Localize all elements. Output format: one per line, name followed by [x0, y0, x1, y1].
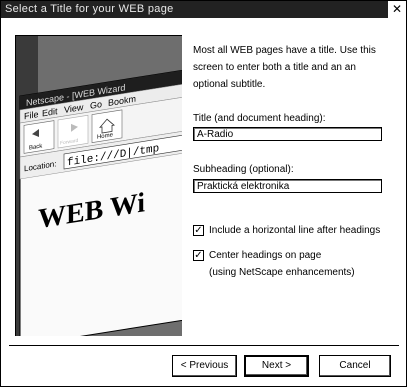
horizontal-line-label: Include a horizontal line after headings: [209, 225, 381, 236]
title-bar[interactable]: Select a Title for your WEB page ✕: [1, 1, 406, 18]
button-separator: [9, 345, 399, 346]
browser-illustration: Netscape - [WEB Wizard File Edit View Go…: [16, 36, 182, 336]
cancel-button[interactable]: Cancel: [319, 355, 391, 377]
close-icon[interactable]: ✕: [388, 1, 406, 18]
wizard-illustration: Netscape - [WEB Wizard File Edit View Go…: [15, 35, 182, 336]
previous-button[interactable]: < Previous: [172, 355, 237, 377]
center-headings-sublabel: (using NetScape enhancements): [209, 267, 355, 278]
center-headings-label: Center headings on page: [209, 250, 322, 261]
horizontal-line-checkbox[interactable]: ✓: [193, 225, 204, 236]
cancel-button-label: Cancel: [339, 360, 371, 371]
center-headings-checkbox[interactable]: ✓: [193, 250, 204, 261]
title-input[interactable]: A-Radio: [193, 127, 382, 141]
window-title: Select a Title for your WEB page: [5, 3, 174, 15]
wizard-dialog: Select a Title for your WEB page ✕ Netsc…: [0, 0, 407, 387]
title-label: Title (and document heading):: [193, 113, 326, 124]
menu-go: Go: [90, 99, 102, 111]
subheading-label: Subheading (optional):: [193, 164, 294, 175]
intro-text: Most all WEB pages have a title. Use thi…: [193, 45, 376, 90]
next-button-label: Next >: [261, 360, 292, 371]
previous-button-label: < Previous: [180, 360, 229, 371]
next-button[interactable]: Next >: [244, 355, 309, 377]
subheading-input[interactable]: Praktická elektronika: [193, 179, 382, 193]
